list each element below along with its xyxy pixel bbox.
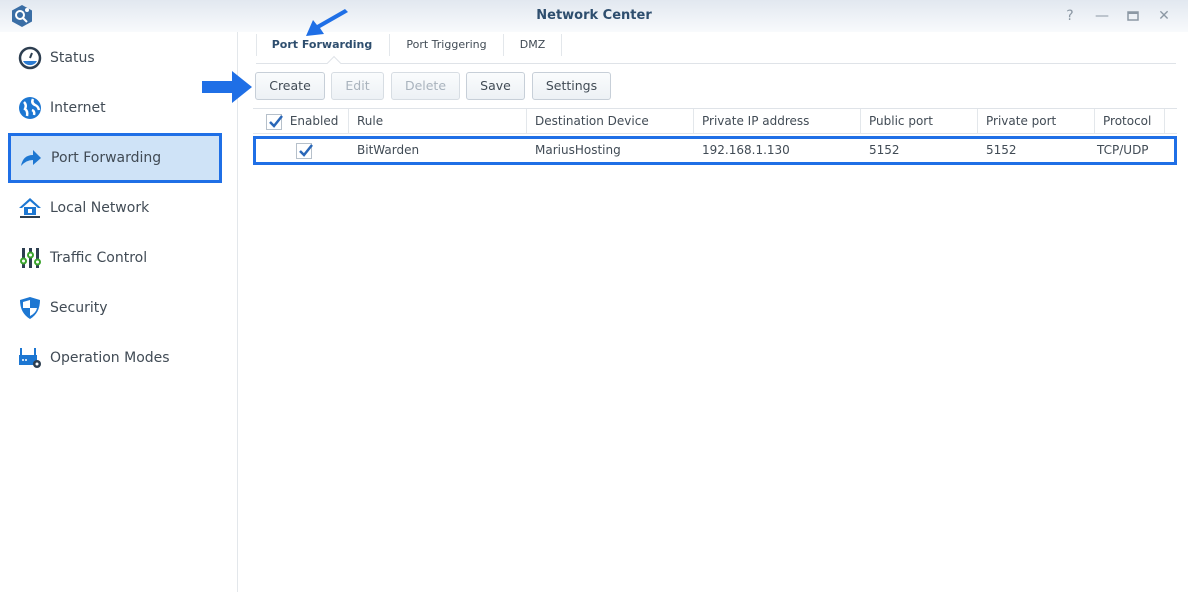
table-row[interactable]: BitWarden MariusHosting 192.168.1.130 51… <box>253 136 1177 165</box>
tab-bar: Port Forwarding Port Triggering DMZ <box>256 32 1176 71</box>
save-button[interactable]: Save <box>466 72 525 100</box>
checkmark-icon <box>269 114 283 128</box>
column-destination-device[interactable]: Destination Device <box>527 109 694 134</box>
sidebar-item-label: Operation Modes <box>50 350 170 366</box>
globe-icon <box>18 96 42 120</box>
close-icon[interactable]: ✕ <box>1156 8 1172 24</box>
private-port-cell: 5152 <box>986 143 1017 157</box>
sidebar-item-label: Local Network <box>50 200 150 216</box>
sidebar-item-label: Port Forwarding <box>51 150 162 166</box>
annotation-arrow-tab <box>306 9 348 36</box>
sidebar-item-traffic-control[interactable]: Traffic Control <box>8 233 222 283</box>
edit-button[interactable]: Edit <box>331 72 384 100</box>
home-network-icon <box>18 196 42 220</box>
shield-icon <box>18 296 42 320</box>
checkmark-icon <box>299 143 313 157</box>
window-title: Network Center <box>536 8 652 23</box>
sidebar-item-operation-modes[interactable]: Operation Modes <box>8 333 222 383</box>
sidebar-item-label: Security <box>50 300 108 316</box>
column-private-port[interactable]: Private port <box>978 109 1095 134</box>
column-private-ip[interactable]: Private IP address <box>694 109 861 134</box>
private-ip-cell: 192.168.1.130 <box>702 143 790 157</box>
column-enabled[interactable]: Enabled <box>253 109 349 134</box>
create-button[interactable]: Create <box>255 72 325 100</box>
tab-dmz[interactable]: DMZ <box>504 32 561 63</box>
sidebar-item-internet[interactable]: Internet <box>8 83 222 133</box>
router-gear-icon <box>18 346 42 370</box>
sidebar-item-port-forwarding[interactable]: Port Forwarding <box>8 133 222 183</box>
select-all-checkbox[interactable] <box>266 113 283 130</box>
destination-device-cell: MariusHosting <box>535 143 621 157</box>
sidebar-item-label: Status <box>50 50 95 66</box>
column-public-port[interactable]: Public port <box>861 109 978 134</box>
settings-button[interactable]: Settings <box>532 72 611 100</box>
tab-divider <box>561 34 562 56</box>
delete-button[interactable]: Delete <box>391 72 460 100</box>
column-label: Enabled <box>289 114 339 128</box>
sidebar-item-local-network[interactable]: Local Network <box>8 183 222 233</box>
minimize-icon[interactable]: — <box>1094 8 1110 24</box>
sidebar-item-status[interactable]: Status <box>8 33 222 83</box>
row-enabled-checkbox[interactable] <box>296 142 313 159</box>
sidebar-item-label: Traffic Control <box>50 250 148 266</box>
help-icon[interactable]: ? <box>1062 8 1078 24</box>
table-header: Enabled Rule Destination Device Private … <box>253 108 1177 134</box>
annotation-arrow-create <box>202 71 252 103</box>
protocol-cell: TCP/UDP <box>1097 143 1149 157</box>
sliders-icon <box>18 246 42 270</box>
sidebar-item-security[interactable]: Security <box>8 283 222 333</box>
main-panel: Port Forwarding Port Triggering DMZ Crea… <box>238 32 1188 592</box>
tab-port-triggering[interactable]: Port Triggering <box>390 32 503 63</box>
column-protocol[interactable]: Protocol <box>1095 109 1165 134</box>
rule-cell: BitWarden <box>357 143 420 157</box>
enabled-cell <box>296 139 313 162</box>
public-port-cell: 5152 <box>869 143 900 157</box>
sidebar-item-label: Internet <box>50 100 106 116</box>
column-rule[interactable]: Rule <box>349 109 527 134</box>
maximize-icon[interactable] <box>1125 8 1141 24</box>
forward-arrow-icon <box>19 146 43 170</box>
gauge-icon <box>18 46 42 70</box>
sidebar: Status Internet Port Forwarding Local Ne… <box>0 32 238 592</box>
title-bar: Network Center ? — ✕ <box>0 0 1188 32</box>
